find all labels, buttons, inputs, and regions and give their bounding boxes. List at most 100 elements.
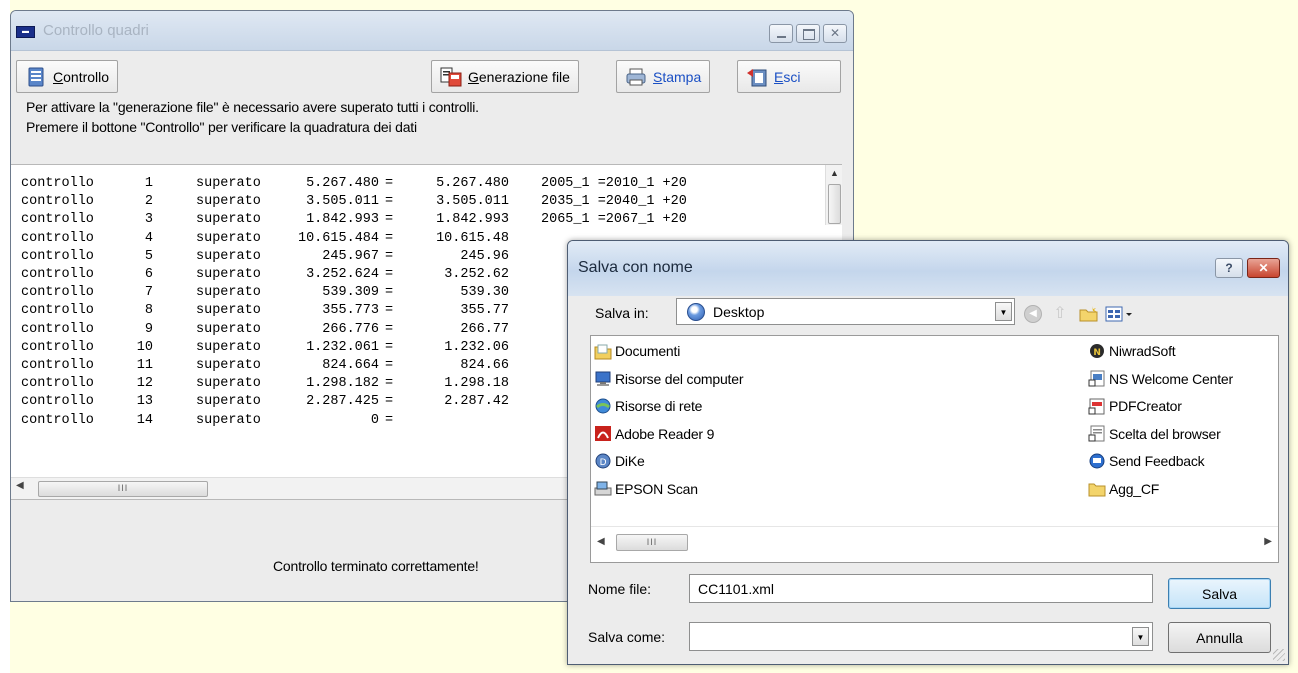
log-cell-status: superato <box>196 376 261 392</box>
log-cell-name: controllo <box>21 394 94 410</box>
log-cell-status: superato <box>196 358 261 374</box>
file-item[interactable]: Risorse di rete <box>594 396 702 416</box>
back-icon[interactable]: ◀ <box>1024 305 1042 323</box>
log-cell-name: controllo <box>21 285 94 301</box>
document-list-icon <box>25 67 47 87</box>
log-row: controllo 3 superato 1.842.993 = 1.842.993 206… <box>21 211 687 229</box>
log-cell-value-b: 3.252.62 <box>444 267 509 283</box>
esci-button[interactable]: Esci <box>737 60 841 93</box>
dropdown-arrow-icon[interactable]: ▼ <box>995 302 1012 321</box>
toolbar: Controllo Generazione file Stampa Esci <box>11 51 853 93</box>
log-cell-number: 8 <box>144 303 153 319</box>
log-cell-equals: = <box>384 412 394 428</box>
new-folder-icon[interactable] <box>1079 305 1098 323</box>
horizontal-scrollbar[interactable]: ◀ III <box>11 477 571 499</box>
log-cell-value-a: 0 <box>370 412 379 428</box>
main-titlebar[interactable]: ▬ Controllo quadri ✕ <box>11 11 853 51</box>
file-item[interactable]: Documenti <box>594 341 680 361</box>
log-cell-status: superato <box>196 212 261 228</box>
maximize-button[interactable] <box>796 24 820 43</box>
controllo-button[interactable]: Controllo <box>16 60 119 93</box>
desktop-icon <box>687 302 705 321</box>
log-cell-equals: = <box>384 358 394 374</box>
file-item[interactable]: D DiKe <box>594 451 645 471</box>
dialog-titlebar[interactable]: Salva con nome ? ✕ <box>568 241 1288 296</box>
file-list[interactable]: Documenti Risorse del computer Risorse di … <box>590 335 1279 563</box>
log-cell-equals: = <box>384 267 394 283</box>
file-item[interactable]: Agg_CF <box>1088 479 1159 499</box>
file-item-label: Send Feedback <box>1109 453 1205 469</box>
log-cell-number: 3 <box>144 212 153 228</box>
dialog-close-button[interactable]: ✕ <box>1247 258 1280 278</box>
file-item[interactable]: Risorse del computer <box>594 369 743 389</box>
file-name-input[interactable] <box>689 574 1153 603</box>
log-cell-value-b: 266.77 <box>460 321 509 337</box>
minimize-button[interactable] <box>769 24 793 43</box>
log-cell-status: superato <box>196 303 261 319</box>
log-cell-status: superato <box>196 285 261 301</box>
log-cell-value-b: 355.77 <box>460 303 509 319</box>
log-cell-number: 13 <box>136 394 153 410</box>
view-menu-icon[interactable] <box>1105 305 1135 323</box>
controllo-label: Controllo <box>53 68 110 85</box>
log-cell-value-a: 3.505.011 <box>306 194 379 210</box>
shortcut-icon <box>1088 370 1106 387</box>
scroll-thumb[interactable] <box>828 184 841 224</box>
info-line-2: Premere il bottone "Controllo" per verif… <box>26 119 417 135</box>
scroll-left-icon[interactable]: ◀ <box>16 480 24 491</box>
save-button[interactable]: Salva <box>1168 578 1271 609</box>
log-cell-name: controllo <box>21 376 94 392</box>
log-cell-number: 7 <box>144 285 153 301</box>
save-in-value: Desktop <box>713 303 765 320</box>
stampa-label: Stampa <box>653 68 702 85</box>
scroll-left-icon[interactable]: ◀ <box>597 536 605 547</box>
file-item[interactable]: NS Welcome Center <box>1088 369 1233 389</box>
close-button[interactable]: ✕ <box>823 24 847 43</box>
log-cell-number: 14 <box>136 412 153 428</box>
log-cell-equals: = <box>384 339 394 355</box>
log-cell-value-b: 5.267.480 <box>436 176 509 191</box>
file-item[interactable]: EPSON Scan <box>594 479 698 499</box>
scroll-right-icon[interactable]: ▶ <box>1264 536 1272 547</box>
log-cell-status: superato <box>196 339 261 355</box>
help-button[interactable]: ? <box>1215 258 1243 278</box>
vertical-scrollbar[interactable]: ▲ <box>825 165 842 225</box>
printer-icon <box>625 67 647 87</box>
file-item[interactable]: Scelta del browser <box>1088 424 1221 444</box>
scroll-up-icon[interactable]: ▲ <box>826 165 842 182</box>
scanner-icon <box>594 480 612 497</box>
file-item-label: EPSON Scan <box>615 480 698 497</box>
file-list-hscrollbar[interactable]: ◀ III ▶ <box>591 526 1278 562</box>
file-item[interactable]: PDFCreator <box>1088 396 1182 416</box>
file-list-hscroll-thumb[interactable]: III <box>616 534 688 551</box>
file-type-dropdown[interactable]: ▼ <box>689 622 1153 651</box>
file-item-label: Risorse di rete <box>615 398 703 414</box>
log-cell-number: 5 <box>144 248 153 264</box>
log-cell-status: superato <box>196 230 261 246</box>
generazione-file-button[interactable]: Generazione file <box>431 60 579 93</box>
caption-buttons: ✕ <box>769 24 847 43</box>
log-cell-number: 10 <box>136 339 153 355</box>
resize-grip[interactable] <box>1273 649 1285 661</box>
save-in-dropdown[interactable]: Desktop ▼ <box>676 298 1015 325</box>
log-cell-value-b: 1.298.18 <box>444 376 509 392</box>
up-folder-icon[interactable]: ⇧ <box>1051 305 1069 323</box>
dropdown-arrow-icon[interactable]: ▼ <box>1132 627 1149 646</box>
log-cell-number: 11 <box>136 358 153 374</box>
log-cell-value-a: 266.776 <box>322 321 379 337</box>
folder-documents-icon <box>594 343 612 360</box>
log-cell-value-b: 245.96 <box>460 248 509 264</box>
file-item[interactable]: Adobe Reader 9 <box>594 424 714 444</box>
hscroll-thumb[interactable]: III <box>38 481 208 497</box>
stampa-button[interactable]: Stampa <box>616 60 711 93</box>
app-icon: ▬ <box>16 26 35 38</box>
file-item[interactable]: Send Feedback <box>1088 451 1205 471</box>
window-title: Controllo quadri <box>43 22 149 39</box>
log-cell-value-a: 1.232.061 <box>306 339 379 355</box>
generazione-label: Generazione file <box>468 68 570 85</box>
file-item[interactable]: N NiwradSoft <box>1088 341 1176 361</box>
cancel-button[interactable]: Annulla <box>1168 622 1271 653</box>
log-cell-equals: = <box>384 285 394 301</box>
log-cell-value-b: 3.505.011 <box>436 194 509 210</box>
file-item-label: Documenti <box>615 343 681 359</box>
